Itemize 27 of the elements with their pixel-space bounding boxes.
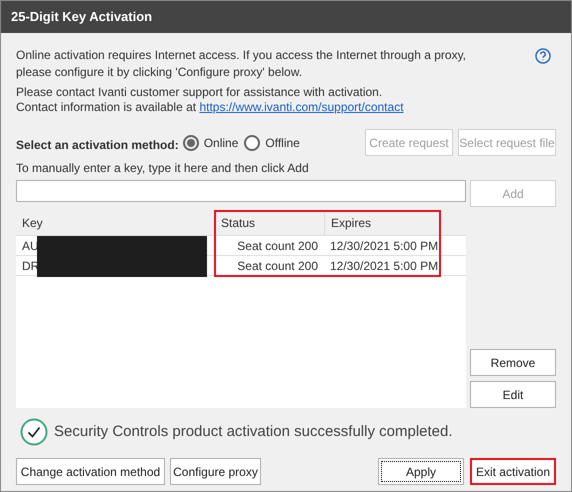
info-text: Online activation requires Internet access. If you access the Internet through a proxy, please configure it by clicking 'Configure proxy' below. <box>16 47 468 81</box>
action-button[interactable]: Remove <box>470 349 556 376</box>
contact-link[interactable]: https://www.ivanti.com/support/contact <box>199 100 404 114</box>
column-header[interactable]: Key <box>16 211 214 235</box>
column-header[interactable]: Status <box>214 211 324 235</box>
action-button[interactable]: Exit activation <box>470 458 556 485</box>
support-text: Please contact Ivanti customer support for assistance with activation. <box>16 85 384 100</box>
radio-icon[interactable] <box>244 134 260 150</box>
table-cell-text: Seat count 200 <box>237 258 318 274</box>
contact-text: Contact information is available at <box>16 100 198 114</box>
action-button[interactable]: Apply <box>378 458 464 485</box>
method-label: Select an activation method: <box>16 136 179 154</box>
key-input-field[interactable] <box>16 180 466 202</box>
radio-option[interactable]: Online <box>182 134 238 152</box>
table-cell-text: Seat count 200 <box>237 238 318 254</box>
radio-option[interactable]: Offline <box>244 134 300 152</box>
action-button[interactable]: Change activation method <box>16 458 165 485</box>
manual-key-label: To manually enter a key, type it here and then click Add <box>16 160 310 176</box>
window-title: 25-Digit Key Activation <box>11 8 152 26</box>
status-message: Security Controls product activation successfully completed. <box>54 422 453 442</box>
action-button[interactable]: Configure proxy <box>170 458 261 485</box>
column-header[interactable]: Expires <box>324 211 441 235</box>
table-cell-text: 12/30/2021 5:00 PM <box>330 238 438 254</box>
help-icon[interactable] <box>535 48 551 64</box>
radio-icon[interactable] <box>182 134 199 150</box>
table-cell-text: 12/30/2021 5:00 PM <box>330 258 438 274</box>
action-button[interactable]: Edit <box>470 381 556 408</box>
